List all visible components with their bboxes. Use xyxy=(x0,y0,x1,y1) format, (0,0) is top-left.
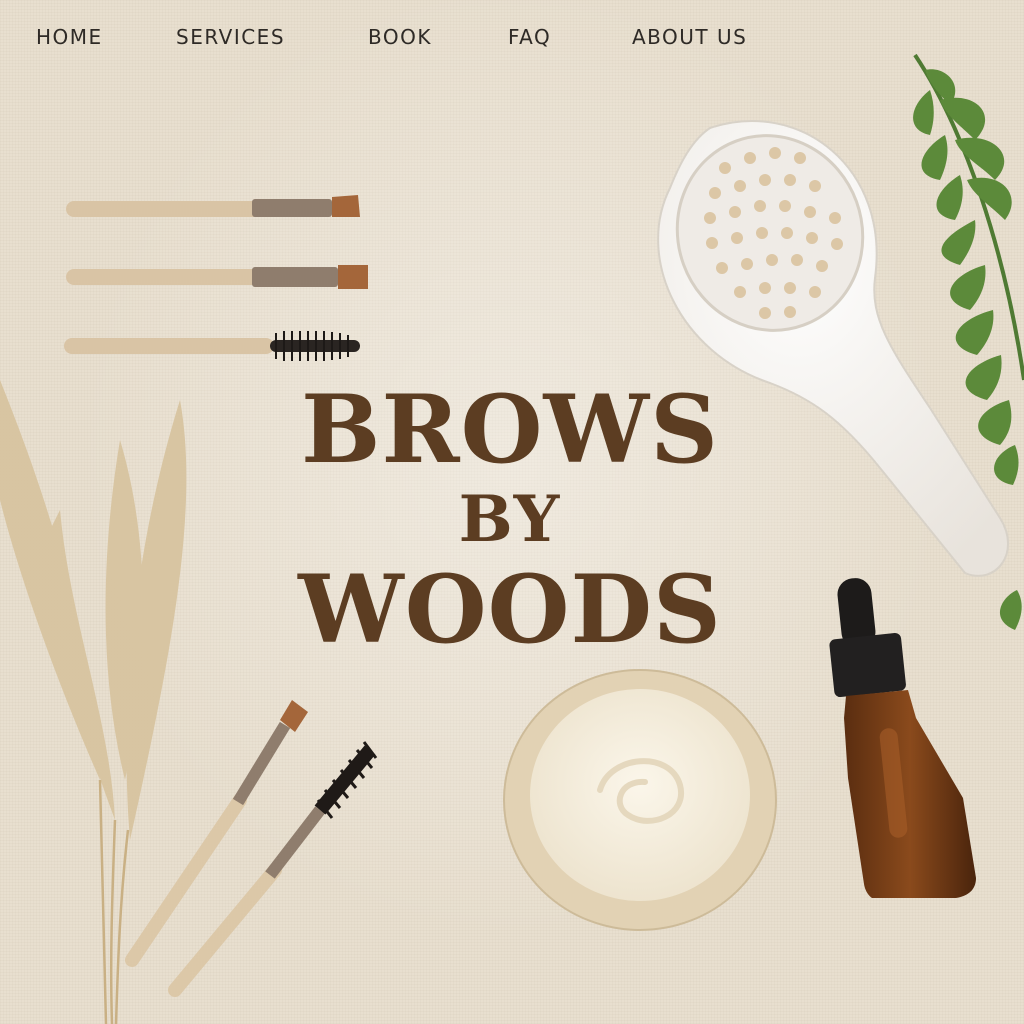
angled-brush-image-2 xyxy=(66,265,368,289)
brow-brushes-set-image xyxy=(64,195,368,361)
cream-bowl-image xyxy=(503,669,777,931)
brand-title-line-3: WOODS xyxy=(298,555,722,665)
angled-brush-image-3 xyxy=(125,700,308,967)
brand-title: BROWS BY WOODS xyxy=(230,380,790,660)
top-navigation: HOME SERVICES BOOK FAQ ABOUT US xyxy=(0,22,1024,52)
bottom-brushes-image xyxy=(125,700,378,997)
nav-about-us-link[interactable]: ABOUT US xyxy=(632,22,747,52)
angled-brush-image-1 xyxy=(66,195,360,217)
nav-services-link[interactable]: SERVICES xyxy=(176,22,285,52)
nav-book-link[interactable]: BOOK xyxy=(368,22,432,52)
fern-leaf-image xyxy=(913,53,1024,630)
brand-title-line-1: BROWS xyxy=(301,375,719,485)
nav-home-link[interactable]: HOME xyxy=(36,22,103,52)
amber-oil-bottle-image xyxy=(829,578,976,898)
spoolie-brush-image-2 xyxy=(168,741,378,997)
brand-title-line-2: BY xyxy=(458,482,562,557)
nav-faq-link[interactable]: FAQ xyxy=(508,22,551,52)
spoolie-brush-image xyxy=(64,331,360,361)
